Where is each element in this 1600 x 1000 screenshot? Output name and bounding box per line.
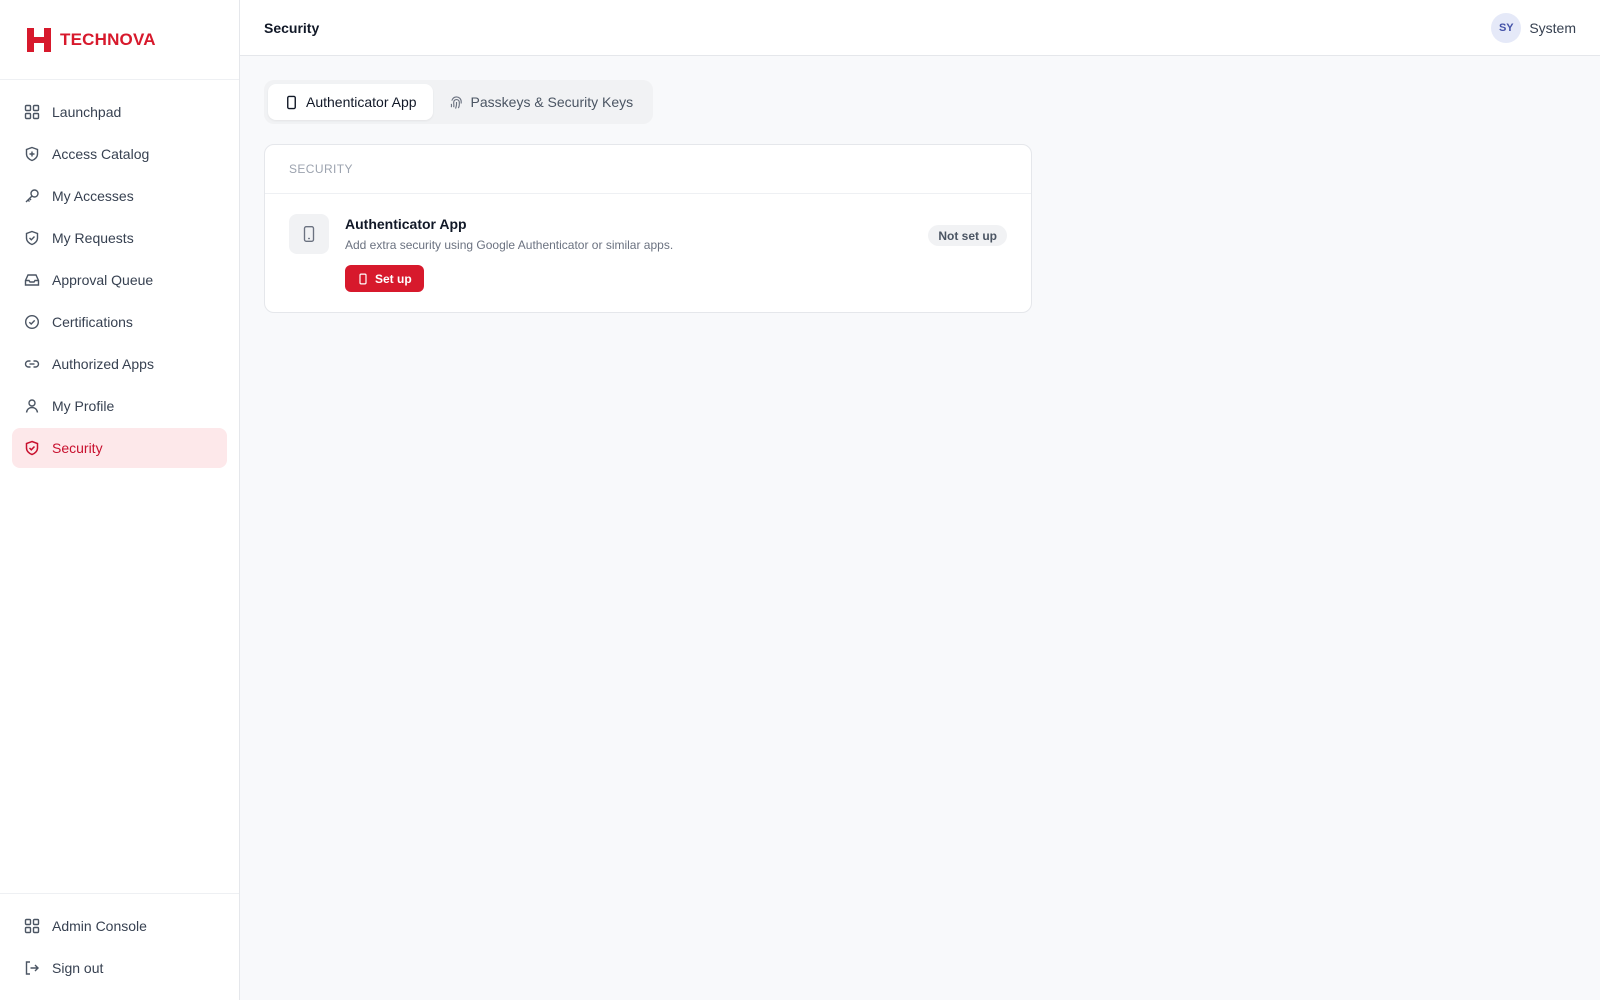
sidebar-footer: Admin Console Sign out <box>0 893 239 1000</box>
sidebar-item-label: Approval Queue <box>52 272 154 288</box>
sign-out-icon <box>24 960 40 976</box>
user-name: System <box>1529 19 1576 36</box>
sidebar-item-approval-queue[interactable]: Approval Queue <box>12 260 227 300</box>
user-icon <box>24 398 40 414</box>
grid-icon <box>24 104 40 120</box>
inbox-icon <box>24 272 40 288</box>
sign-out-button[interactable]: Sign out <box>12 948 227 988</box>
main-content: Authenticator App Passkeys & Security Ke… <box>264 80 1032 313</box>
sidebar-item-security[interactable]: Security <box>12 428 227 468</box>
user-menu[interactable]: SY System <box>1491 12 1576 43</box>
sidebar-item-label: Launchpad <box>52 104 122 120</box>
sidebar: TECHNOVA Launchpad Access Catalog My Acc… <box>0 0 240 1000</box>
row-icon-container <box>289 214 329 254</box>
sidebar-item-label: Authorized Apps <box>52 356 154 372</box>
security-card: SECURITY Authenticator App Add extra sec… <box>264 144 1032 313</box>
tab-authenticator-app[interactable]: Authenticator App <box>268 84 433 120</box>
card-section-label: SECURITY <box>265 145 1031 194</box>
tab-label: Authenticator App <box>306 94 417 110</box>
sidebar-item-label: My Profile <box>52 398 115 414</box>
sidebar-item-label: My Accesses <box>52 188 134 204</box>
sidebar-item-my-requests[interactable]: My Requests <box>12 218 227 258</box>
sidebar-item-my-profile[interactable]: My Profile <box>12 386 227 426</box>
sidebar-item-label: Certifications <box>52 314 133 330</box>
sidebar-item-label: Security <box>52 440 103 456</box>
grid-icon <box>24 918 40 934</box>
sidebar-item-authorized-apps[interactable]: Authorized Apps <box>12 344 227 384</box>
sidebar-item-label: Access Catalog <box>52 146 150 162</box>
check-circle-icon <box>24 314 40 330</box>
row-body: Authenticator App Add extra security usi… <box>345 214 673 292</box>
technova-logo-icon <box>27 27 51 52</box>
top-header: Security SY System <box>240 0 1600 56</box>
sidebar-item-label: Admin Console <box>52 918 147 934</box>
sidebar-item-admin-console[interactable]: Admin Console <box>12 906 227 946</box>
row-description: Add extra security using Google Authenti… <box>345 238 674 252</box>
authenticator-app-row: Authenticator App Add extra security usi… <box>265 194 1031 312</box>
brand[interactable]: TECHNOVA <box>0 0 239 80</box>
set-up-button[interactable]: Set up <box>345 265 424 292</box>
sidebar-item-label: My Requests <box>52 230 134 246</box>
sidebar-item-label: Sign out <box>52 960 104 976</box>
phone-icon <box>359 273 367 284</box>
sidebar-nav: Launchpad Access Catalog My Accesses My … <box>0 80 239 468</box>
row-title: Authenticator App <box>345 216 467 232</box>
phone-icon <box>287 95 296 109</box>
sidebar-item-certifications[interactable]: Certifications <box>12 302 227 342</box>
phone-icon <box>303 226 315 242</box>
tab-label: Passkeys & Security Keys <box>470 94 634 110</box>
set-up-button-label: Set up <box>375 271 412 286</box>
key-icon <box>24 188 40 204</box>
security-tabs: Authenticator App Passkeys & Security Ke… <box>264 80 654 124</box>
sidebar-item-my-accesses[interactable]: My Accesses <box>12 176 227 216</box>
fingerprint-icon <box>450 95 462 109</box>
avatar: SY <box>1491 12 1522 43</box>
brand-name: TECHNOVA <box>60 29 156 49</box>
sidebar-item-launchpad[interactable]: Launchpad <box>12 92 227 132</box>
status-badge: Not set up <box>928 225 1007 246</box>
link-icon <box>24 356 40 372</box>
shield-icon <box>24 440 40 456</box>
page-title: Security <box>264 19 320 36</box>
shield-plus-icon <box>24 146 40 162</box>
shield-check-icon <box>24 230 40 246</box>
sidebar-item-access-catalog[interactable]: Access Catalog <box>12 134 227 174</box>
tab-passkeys[interactable]: Passkeys & Security Keys <box>433 84 650 120</box>
